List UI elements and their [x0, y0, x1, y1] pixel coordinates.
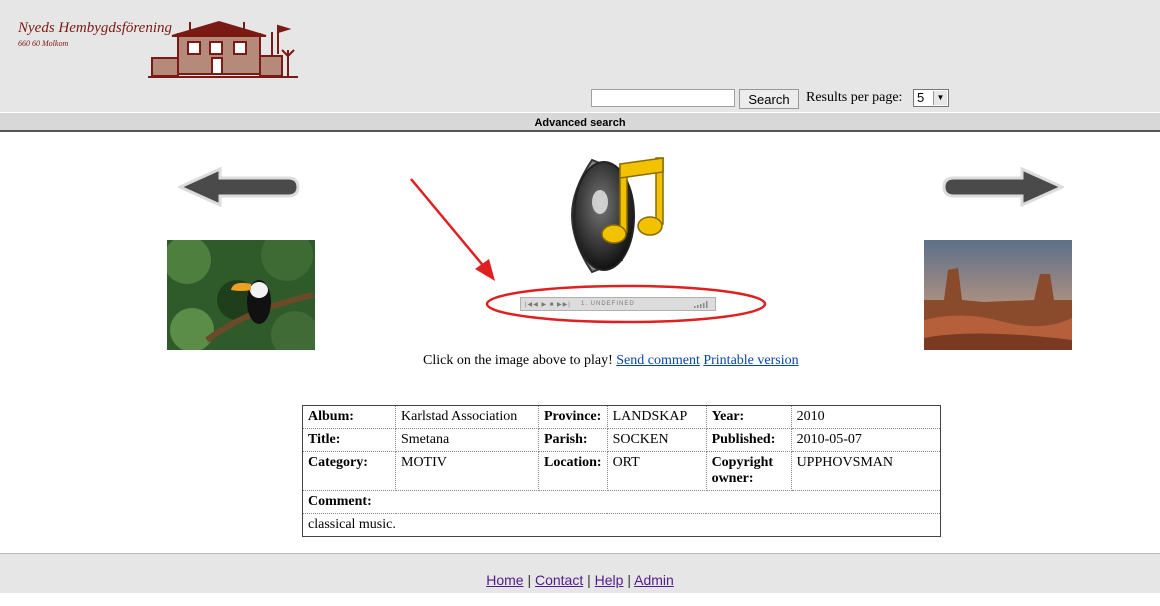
results-per-page-select[interactable]: 5 ▼	[913, 89, 949, 107]
comment-value: classical music.	[302, 513, 941, 537]
speaker-music-icon[interactable]	[562, 150, 676, 280]
table-row: Comment:	[302, 490, 941, 514]
site-header: Nyeds Hembygdsförening 660 60 Molkom Sea…	[0, 0, 1160, 112]
search-button[interactable]: Search	[739, 89, 799, 109]
footer-separator: |	[527, 572, 532, 588]
location-label: Location:	[538, 451, 608, 491]
year-value: 2010	[790, 405, 942, 429]
footer-separator: |	[627, 572, 631, 588]
footer-admin-link[interactable]: Admin	[634, 572, 674, 588]
year-label: Year:	[705, 405, 792, 429]
copyright-value: UPPHOVSMAN	[790, 451, 942, 491]
category-value: MOTIV	[395, 451, 539, 491]
house-logo-icon[interactable]	[148, 20, 298, 82]
footer-contact-link[interactable]: Contact	[535, 572, 583, 588]
footer-home-link[interactable]: Home	[486, 572, 523, 588]
play-instruction-text: Click on the image above to play!	[423, 353, 613, 368]
results-per-page-value: 5	[917, 90, 925, 105]
annotation-arrow-icon	[410, 178, 495, 281]
footer-separator: |	[587, 572, 591, 588]
previous-arrow-icon[interactable]	[178, 167, 302, 207]
copyright-label: Copyright owner:	[705, 451, 792, 491]
next-arrow-icon[interactable]	[940, 167, 1064, 207]
title-label: Title:	[302, 428, 396, 452]
printable-version-link[interactable]: Printable version	[703, 353, 798, 368]
toucan-thumbnail[interactable]	[167, 240, 315, 350]
site-footer: Home | Contact | Help | Admin	[0, 553, 1160, 593]
comment-label: Comment:	[302, 490, 941, 514]
province-value: LANDSKAP	[606, 405, 707, 429]
parish-value: SOCKEN	[606, 428, 707, 452]
published-label: Published:	[705, 428, 792, 452]
table-row: classical music.	[302, 513, 941, 537]
results-per-page-label: Results per page:	[806, 90, 903, 105]
location-value: ORT	[606, 451, 707, 491]
footer-help-link[interactable]: Help	[595, 572, 624, 588]
desert-thumbnail[interactable]	[924, 240, 1072, 350]
parish-label: Parish:	[538, 428, 608, 452]
published-value: 2010-05-07	[790, 428, 942, 452]
footer-links: Home | Contact | Help | Admin	[486, 572, 674, 588]
table-row: Title: Smetana Parish: SOCKEN Published:…	[302, 428, 942, 452]
title-value: Smetana	[395, 428, 539, 452]
advanced-search-link[interactable]: Advanced search	[534, 117, 625, 129]
search-input[interactable]	[591, 89, 735, 107]
table-row: Album: Karlstad Association Province: LA…	[302, 405, 942, 429]
send-comment-link[interactable]: Send comment	[616, 353, 700, 368]
province-label: Province:	[538, 405, 608, 429]
album-label: Album:	[302, 405, 396, 429]
category-label: Category:	[302, 451, 396, 491]
play-instructions: Click on the image above to play! Send c…	[423, 353, 799, 369]
album-value: Karlstad Association	[395, 405, 539, 429]
table-row: Category: MOTIV Location: ORT Copyright …	[302, 451, 942, 491]
metadata-table: Album: Karlstad Association Province: LA…	[302, 405, 942, 537]
advanced-search-bar: Advanced search	[0, 113, 1160, 132]
annotation-oval	[485, 284, 767, 324]
dropdown-arrow-icon[interactable]: ▼	[933, 91, 947, 105]
